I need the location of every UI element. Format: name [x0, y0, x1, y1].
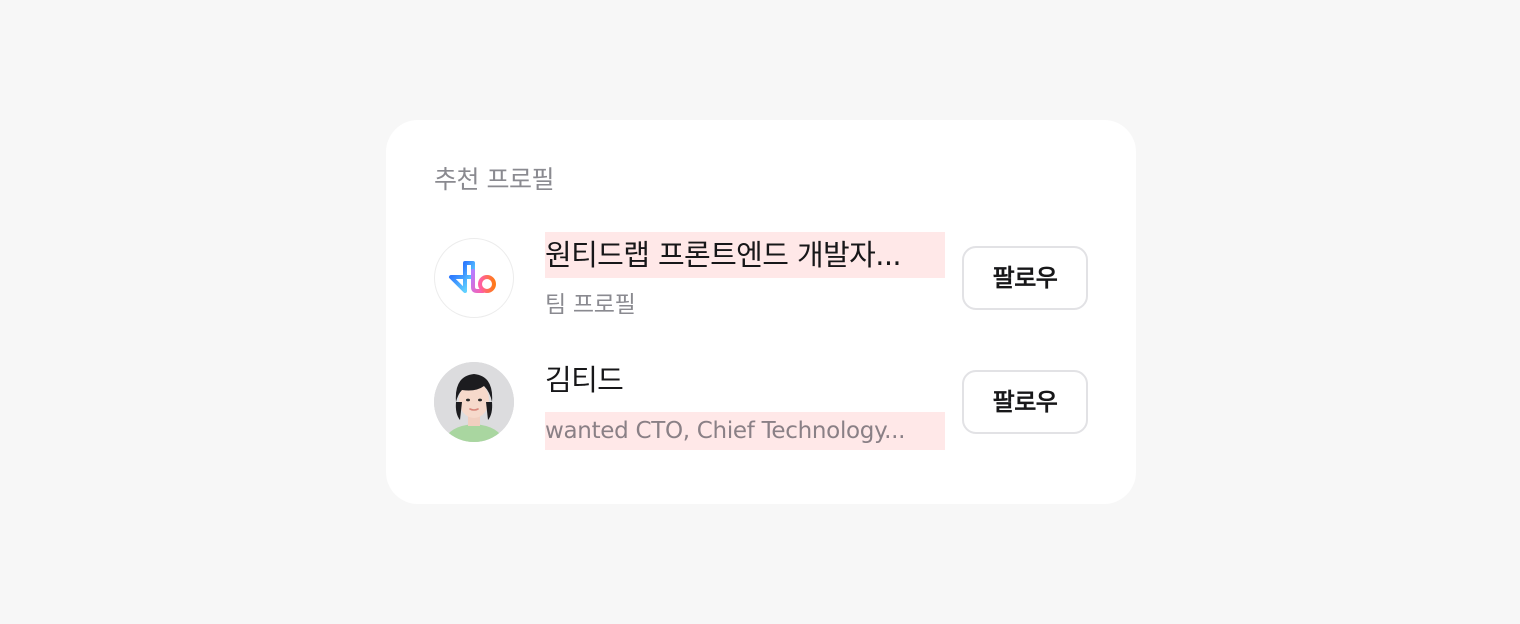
profile-name[interactable]: 김티드 — [545, 358, 945, 402]
wanted-logo-icon[interactable] — [434, 238, 514, 318]
profile-row-team[interactable]: 원티드랩 프론트엔드 개발자... 팀 프로필 팔로우 — [434, 232, 1088, 318]
follow-button[interactable]: 팔로우 — [962, 370, 1088, 434]
profile-row-person[interactable]: 김티드 wanted CTO, Chief Technology... 팔로우 — [434, 362, 1088, 450]
avatar[interactable] — [434, 362, 514, 442]
section-title: 추천 프로필 — [434, 165, 554, 194]
profile-description: wanted CTO, Chief Technology... — [545, 412, 945, 450]
recommended-profiles-card: 추천 프로필 원티드랩 프론트엔드 개발자... 팀 프로필 팔로우 김티드 w… — [386, 120, 1136, 504]
follow-button[interactable]: 팔로우 — [962, 246, 1088, 310]
profile-description: 팀 프로필 — [545, 292, 636, 318]
profile-name[interactable]: 원티드랩 프론트엔드 개발자... — [545, 232, 945, 278]
